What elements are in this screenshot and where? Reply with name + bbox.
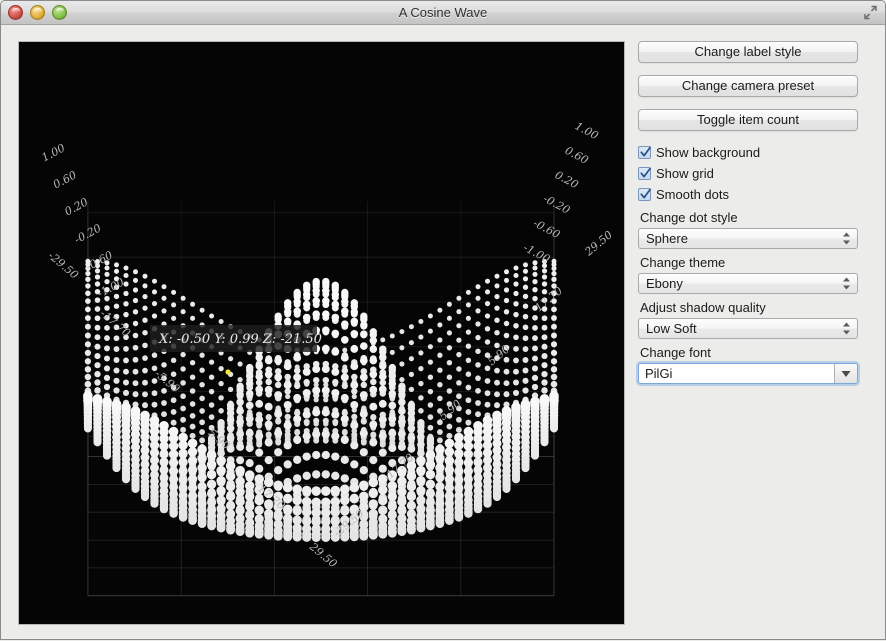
theme-select[interactable]: Ebony xyxy=(638,273,858,294)
font-label: Change font xyxy=(640,345,860,360)
toggle-item-count-button[interactable]: Toggle item count xyxy=(638,109,858,131)
control-panel: Change label style Change camera preset … xyxy=(638,41,860,388)
change-label-style-button[interactable]: Change label style xyxy=(638,41,858,63)
shadow-quality-value: Low Soft xyxy=(646,319,697,338)
shadow-quality-label: Adjust shadow quality xyxy=(640,300,860,315)
chevron-down-icon xyxy=(841,370,851,378)
theme-label: Change theme xyxy=(640,255,860,270)
show-background-label: Show background xyxy=(656,145,760,160)
checkbox-icon xyxy=(638,188,651,201)
show-background-checkbox[interactable]: Show background xyxy=(638,143,860,162)
fullscreen-expand-icon[interactable] xyxy=(862,4,879,21)
app-window: A Cosine Wave 1.000.600.20-0.20-0.60-1.0… xyxy=(0,0,886,640)
theme-value: Ebony xyxy=(646,274,683,293)
title-bar: A Cosine Wave xyxy=(1,1,885,25)
smooth-dots-checkbox[interactable]: Smooth dots xyxy=(638,185,860,204)
change-camera-preset-button[interactable]: Change camera preset xyxy=(638,75,858,97)
dot-style-select[interactable]: Sphere xyxy=(638,228,858,249)
window-content: 1.000.600.20-0.20-0.60-1.001.000.600.20-… xyxy=(1,25,885,641)
plot-canvas: 1.000.600.20-0.20-0.60-1.001.000.600.20-… xyxy=(19,42,622,622)
checkbox-icon xyxy=(638,167,651,180)
plot-tooltip: X: -0.50 Y: 0.99 Z: -21.50 xyxy=(150,325,322,352)
scatter3d-plot[interactable]: 1.000.600.20-0.20-0.60-1.001.000.600.20-… xyxy=(18,41,625,625)
checkbox-icon xyxy=(638,146,651,159)
window-title: A Cosine Wave xyxy=(1,1,885,24)
svg-text:X: -0.50 Y: 0.99 Z: -21.50: X: -0.50 Y: 0.99 Z: -21.50 xyxy=(158,332,322,347)
stepper-arrows-icon xyxy=(842,232,851,245)
stepper-arrows-icon xyxy=(842,277,851,290)
dot-style-label: Change dot style xyxy=(640,210,860,225)
show-grid-label: Show grid xyxy=(656,166,714,181)
font-combobox[interactable]: PilGi xyxy=(638,363,858,384)
font-dropdown-button[interactable] xyxy=(834,364,857,383)
smooth-dots-label: Smooth dots xyxy=(656,187,729,202)
font-value: PilGi xyxy=(645,364,672,383)
stepper-arrows-icon xyxy=(842,322,851,335)
show-grid-checkbox[interactable]: Show grid xyxy=(638,164,860,183)
shadow-quality-select[interactable]: Low Soft xyxy=(638,318,858,339)
dot-style-value: Sphere xyxy=(646,229,688,248)
